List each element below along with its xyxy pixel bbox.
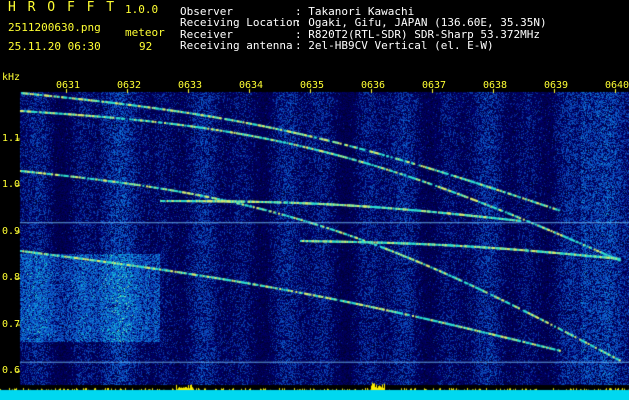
- x-tick-label: 0631: [56, 80, 81, 91]
- x-tick-label: 0632: [117, 80, 142, 91]
- x-tick-label: 0638: [483, 80, 508, 91]
- y-tick-label: 0.7: [2, 318, 21, 330]
- y-tick-label: 1.0: [2, 179, 21, 191]
- x-tick-label: 0636: [361, 80, 386, 91]
- spectrogram: [0, 0, 629, 400]
- file-name: 2511200630.png: [8, 21, 101, 34]
- x-tick-label: 0635: [300, 80, 325, 91]
- mode-label: meteor: [125, 26, 165, 39]
- app-name: H R O F F T: [8, 0, 117, 15]
- y-tick-label: 0.9: [2, 225, 21, 237]
- app-version: 1.0.0: [125, 3, 159, 16]
- x-tick-label: 0634: [239, 80, 264, 91]
- info-label-antenna: Receiving antenna: [180, 39, 293, 52]
- meteor-count: 92: [139, 40, 153, 53]
- timestamp: 25.11.20 06:30: [8, 40, 101, 53]
- y-tick-label: 0.6: [2, 365, 21, 377]
- x-tick-label: 0639: [544, 80, 569, 91]
- x-tick-label: 0637: [422, 80, 447, 91]
- y-axis-unit: kHz: [2, 72, 21, 83]
- y-tick-label: 0.8: [2, 272, 21, 284]
- y-tick-label: 1.1: [2, 132, 21, 144]
- x-tick-label: 0633: [178, 80, 203, 91]
- x-tick-label: 0640: [605, 80, 629, 91]
- info-value-antenna: : 2el-HB9CV Vertical (el. E-W): [295, 39, 494, 52]
